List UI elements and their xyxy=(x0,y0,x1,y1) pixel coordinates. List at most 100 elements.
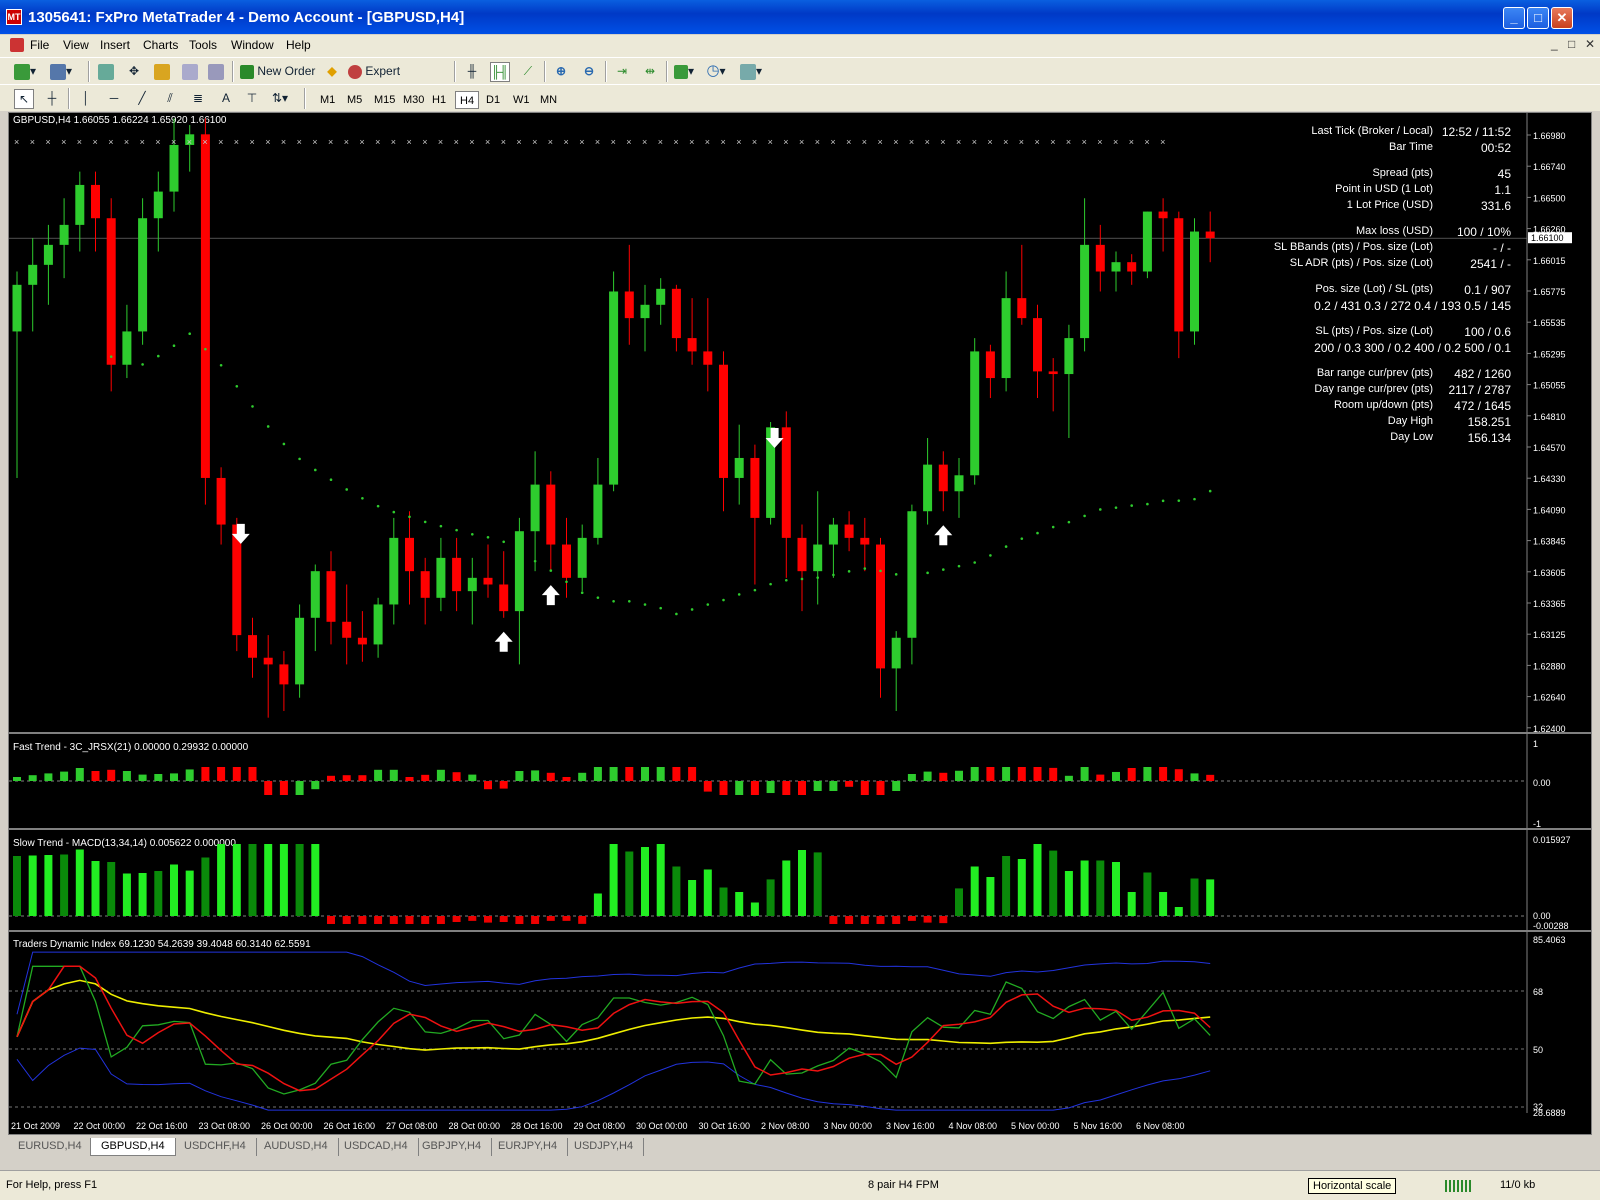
slow-trend-bar xyxy=(531,916,540,924)
terminal-icon xyxy=(182,63,198,80)
horizontal-line-tool[interactable]: ─ xyxy=(104,89,124,109)
terminal-button[interactable] xyxy=(180,62,200,82)
date-label: 26 Oct 16:00 xyxy=(324,1121,376,1131)
close-button[interactable]: ✕ xyxy=(1551,7,1573,29)
crosshair-tool[interactable]: ┼ xyxy=(42,89,62,109)
ma-dot xyxy=(769,582,772,586)
tab-eurjpy-h4[interactable]: EURJPY,H4 xyxy=(488,1138,569,1156)
ma-dot xyxy=(1036,531,1039,535)
timeframe-w1[interactable]: W1 xyxy=(509,91,534,109)
tab-gbpjpy-h4[interactable]: GBPJPY,H4 xyxy=(412,1138,493,1156)
indicators-button[interactable]: ▾ xyxy=(674,62,694,82)
menu-insert[interactable]: Insert xyxy=(100,38,130,52)
fast-trend-bar xyxy=(672,767,681,781)
zoom-out-button[interactable]: ⊖ xyxy=(579,62,599,82)
toolbar-separator xyxy=(544,61,546,82)
menu-file[interactable]: File xyxy=(30,38,49,52)
ma-dot xyxy=(235,384,239,388)
band-marker: × xyxy=(579,137,584,147)
timeframe-h1[interactable]: H1 xyxy=(428,91,450,109)
fast-trend-bar xyxy=(452,772,461,781)
text-icon: A xyxy=(221,91,230,105)
tab-usdjpy-h4[interactable]: USDJPY,H4 xyxy=(564,1138,645,1156)
strategy-tester-button[interactable] xyxy=(206,62,226,82)
date-label: 28 Oct 16:00 xyxy=(511,1121,563,1131)
band-marker: × xyxy=(344,137,349,147)
ma-dot xyxy=(361,496,364,500)
text-label-tool[interactable]: ⊤ xyxy=(242,89,262,109)
mdi-restore-button[interactable]: □ xyxy=(1568,37,1575,51)
timeframe-h4[interactable]: H4 xyxy=(455,91,480,109)
candle-body xyxy=(891,637,901,669)
candle-body xyxy=(546,484,556,545)
tab-eurusd-h4[interactable]: EURUSD,H4 xyxy=(8,1138,93,1156)
line-chart-button[interactable]: ⟋ xyxy=(518,62,538,82)
alert-button[interactable]: ◆ xyxy=(322,62,342,82)
fast-trend-bar xyxy=(907,774,916,781)
tab-usdcad-h4[interactable]: USDCAD,H4 xyxy=(334,1138,419,1156)
ma-dot xyxy=(298,457,301,461)
ma-dot xyxy=(329,478,333,482)
timeframe-mn[interactable]: MN xyxy=(536,91,561,109)
auto-scroll-button[interactable]: ⇥ xyxy=(612,62,632,82)
candle-body xyxy=(28,264,38,285)
maximize-button[interactable]: □ xyxy=(1527,7,1549,29)
mdi-minimize-button[interactable]: _ xyxy=(1551,37,1558,51)
info-value: 482 / 1260 xyxy=(1454,367,1511,381)
trendline-tool[interactable]: ╱ xyxy=(132,89,152,109)
mdi-close-button[interactable]: ✕ xyxy=(1585,37,1595,51)
minimize-button[interactable]: _ xyxy=(1503,7,1525,29)
menu-view[interactable]: View xyxy=(63,38,89,52)
info-row: Point in USD (1 Lot) 1.1 xyxy=(1249,183,1529,197)
chart-window[interactable]: GBPUSD,H4 1.66055 1.66224 1.65920 1.6610… xyxy=(8,112,1592,1135)
band-marker: × xyxy=(375,137,380,147)
menu-window[interactable]: Window xyxy=(231,38,274,52)
buy-arrow-shape xyxy=(494,631,513,652)
periods-button[interactable]: ◷▾ xyxy=(706,62,726,82)
band-marker: × xyxy=(1035,137,1040,147)
bar-chart-button[interactable]: ╫ xyxy=(462,62,482,82)
timeframe-m15[interactable]: M15 xyxy=(370,91,399,109)
data-window-button[interactable] xyxy=(152,62,172,82)
new-chart-button[interactable]: ▾ xyxy=(14,62,36,82)
slow-trend-bar xyxy=(1064,871,1073,916)
fibonacci-tool[interactable]: ≣ xyxy=(188,89,208,109)
tab-usdchf-h4[interactable]: USDCHF,H4 xyxy=(174,1138,257,1156)
band-marker: × xyxy=(768,137,773,147)
menu-help[interactable]: Help xyxy=(286,38,311,52)
zoom-in-button[interactable]: ⊕ xyxy=(551,62,571,82)
chart-shift-button[interactable]: ⇹ xyxy=(640,62,660,82)
arrows-tool[interactable]: ⇅▾ xyxy=(270,89,290,109)
tab-audusd-h4[interactable]: AUDUSD,H4 xyxy=(254,1138,339,1156)
text-tool[interactable]: A xyxy=(216,89,236,109)
timeframe-m30[interactable]: M30 xyxy=(399,91,428,109)
timeframe-d1[interactable]: D1 xyxy=(482,91,504,109)
slow-trend-bar xyxy=(342,916,351,924)
candlestick-button[interactable]: ╟╢ xyxy=(490,62,510,82)
tab-gbpusd-h4[interactable]: GBPUSD,H4 xyxy=(90,1138,176,1156)
info-value: 12:52 / 11:52 xyxy=(1441,125,1511,139)
profiles-button[interactable]: ▾ xyxy=(50,62,72,82)
market-watch-button[interactable] xyxy=(96,62,116,82)
candle-body xyxy=(797,537,807,572)
line-chart-icon: ⟋ xyxy=(523,64,533,78)
vertical-line-tool[interactable]: │ xyxy=(76,89,96,109)
candle-body xyxy=(1001,298,1011,379)
menu-charts[interactable]: Charts xyxy=(143,38,178,52)
date-label: 22 Oct 16:00 xyxy=(136,1121,188,1131)
templates-button[interactable]: ▾ xyxy=(740,62,762,82)
cursor-tool[interactable]: ↖ xyxy=(14,89,34,109)
slow-trend-bar xyxy=(515,916,524,924)
band-marker: × xyxy=(140,137,145,147)
candle-body xyxy=(153,191,163,219)
navigator-button[interactable]: ✥ xyxy=(124,62,144,82)
timeframe-m1[interactable]: M1 xyxy=(316,91,339,109)
price-tick-label: 1.64570 xyxy=(1533,443,1566,453)
new-order-button[interactable]: New Order xyxy=(240,62,320,82)
equidistant-channel-tool[interactable]: ⫽ xyxy=(160,89,180,109)
fast-trend-bar xyxy=(1033,767,1042,781)
expert-advisors-button[interactable]: Expert Advisors xyxy=(348,62,448,96)
fast-trend-bar xyxy=(1159,767,1168,781)
menu-tools[interactable]: Tools xyxy=(189,38,217,52)
timeframe-m5[interactable]: M5 xyxy=(343,91,366,109)
